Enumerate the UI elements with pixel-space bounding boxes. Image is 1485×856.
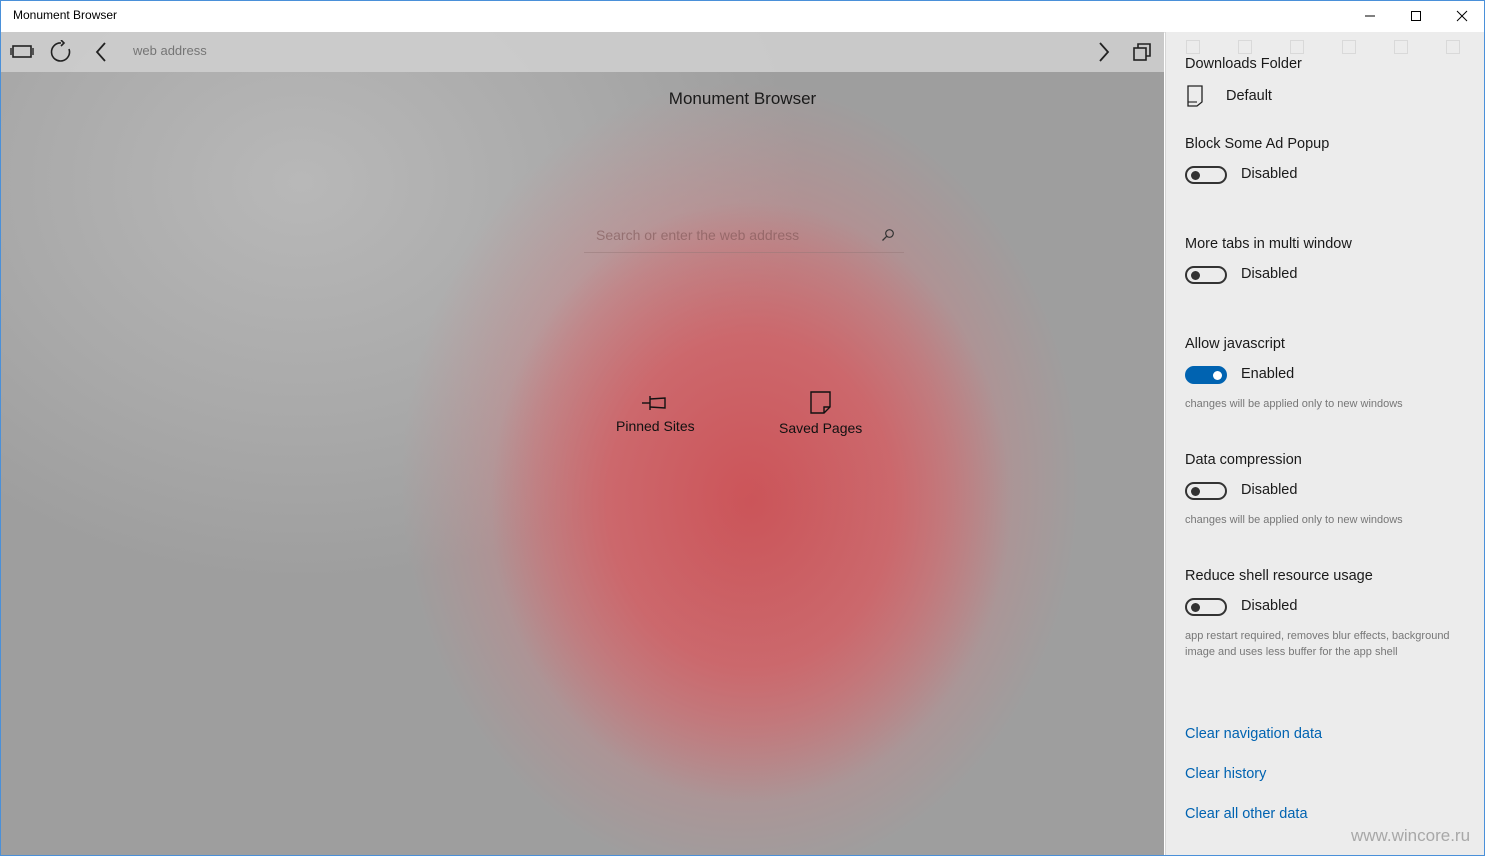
back-button[interactable]: [88, 40, 114, 64]
reduce-shell-note: app restart required, removes blur effec…: [1185, 630, 1450, 658]
clear-other-data-link[interactable]: Clear all other data: [1185, 806, 1308, 822]
javascript-toggle[interactable]: [1185, 366, 1227, 384]
saved-page-icon: [809, 391, 831, 414]
tabs-panel-button[interactable]: [9, 40, 35, 64]
close-button[interactable]: [1439, 0, 1485, 32]
back-icon: [95, 42, 106, 62]
reduce-shell-toggle[interactable]: [1185, 598, 1227, 616]
more-tabs-title: More tabs in multi window: [1185, 236, 1352, 252]
downloads-folder-value: Default: [1226, 88, 1272, 104]
watermark: www.wincore.ru: [1351, 826, 1471, 845]
data-compression-toggle[interactable]: [1185, 482, 1227, 500]
window-title: Monument Browser: [13, 8, 118, 22]
search-input[interactable]: [594, 226, 878, 244]
saved-pages-label: Saved Pages: [779, 420, 863, 436]
downloads-folder-picker[interactable]: Default: [1185, 84, 1272, 108]
pin-icon: [642, 396, 666, 410]
maximize-button[interactable]: [1393, 0, 1439, 32]
close-icon: [1456, 10, 1468, 22]
minimize-icon: [1365, 15, 1375, 17]
data-compression-note: changes will be applied only to new wind…: [1185, 514, 1403, 526]
windows-button[interactable]: [1129, 40, 1155, 64]
javascript-note: changes will be applied only to new wind…: [1185, 398, 1403, 410]
forward-icon: [1099, 42, 1110, 62]
forward-button[interactable]: [1091, 40, 1117, 64]
pinned-sites-label: Pinned Sites: [616, 418, 695, 434]
block-popup-title: Block Some Ad Popup: [1185, 136, 1330, 152]
data-compression-state: Disabled: [1241, 482, 1298, 498]
title-bar: Monument Browser: [0, 0, 1485, 33]
more-tabs-state: Disabled: [1241, 266, 1298, 282]
refresh-button[interactable]: [48, 40, 74, 64]
data-compression-title: Data compression: [1185, 452, 1302, 468]
saved-pages-button[interactable]: Saved Pages: [779, 390, 862, 436]
maximize-icon: [1411, 11, 1421, 21]
settings-panel: Downloads Folder Default Block Some Ad P…: [1165, 32, 1485, 855]
javascript-title: Allow javascript: [1185, 336, 1285, 352]
clear-navigation-link[interactable]: Clear navigation data: [1185, 726, 1322, 742]
toolbar: [1, 32, 1164, 72]
windows-icon: [1133, 43, 1151, 61]
folder-page-icon: [1187, 85, 1203, 107]
block-popup-toggle[interactable]: [1185, 166, 1227, 184]
reduce-shell-state: Disabled: [1241, 598, 1298, 614]
downloads-folder-title: Downloads Folder: [1185, 56, 1302, 72]
clear-history-link[interactable]: Clear history: [1185, 766, 1266, 782]
javascript-state: Enabled: [1241, 366, 1295, 382]
search-box: [584, 222, 904, 253]
browser-content: Pinned Sites Saved Pages: [1, 32, 1164, 855]
more-tabs-toggle[interactable]: [1185, 266, 1227, 284]
reduce-shell-title: Reduce shell resource usage: [1185, 568, 1373, 584]
block-popup-state: Disabled: [1241, 166, 1298, 182]
tabs-panel-icon: [10, 45, 34, 58]
address-input[interactable]: [131, 42, 1035, 59]
minimize-button[interactable]: [1347, 0, 1393, 32]
refresh-icon: [50, 40, 71, 62]
pinned-sites-button[interactable]: Pinned Sites: [616, 392, 695, 434]
search-icon[interactable]: [881, 228, 895, 242]
